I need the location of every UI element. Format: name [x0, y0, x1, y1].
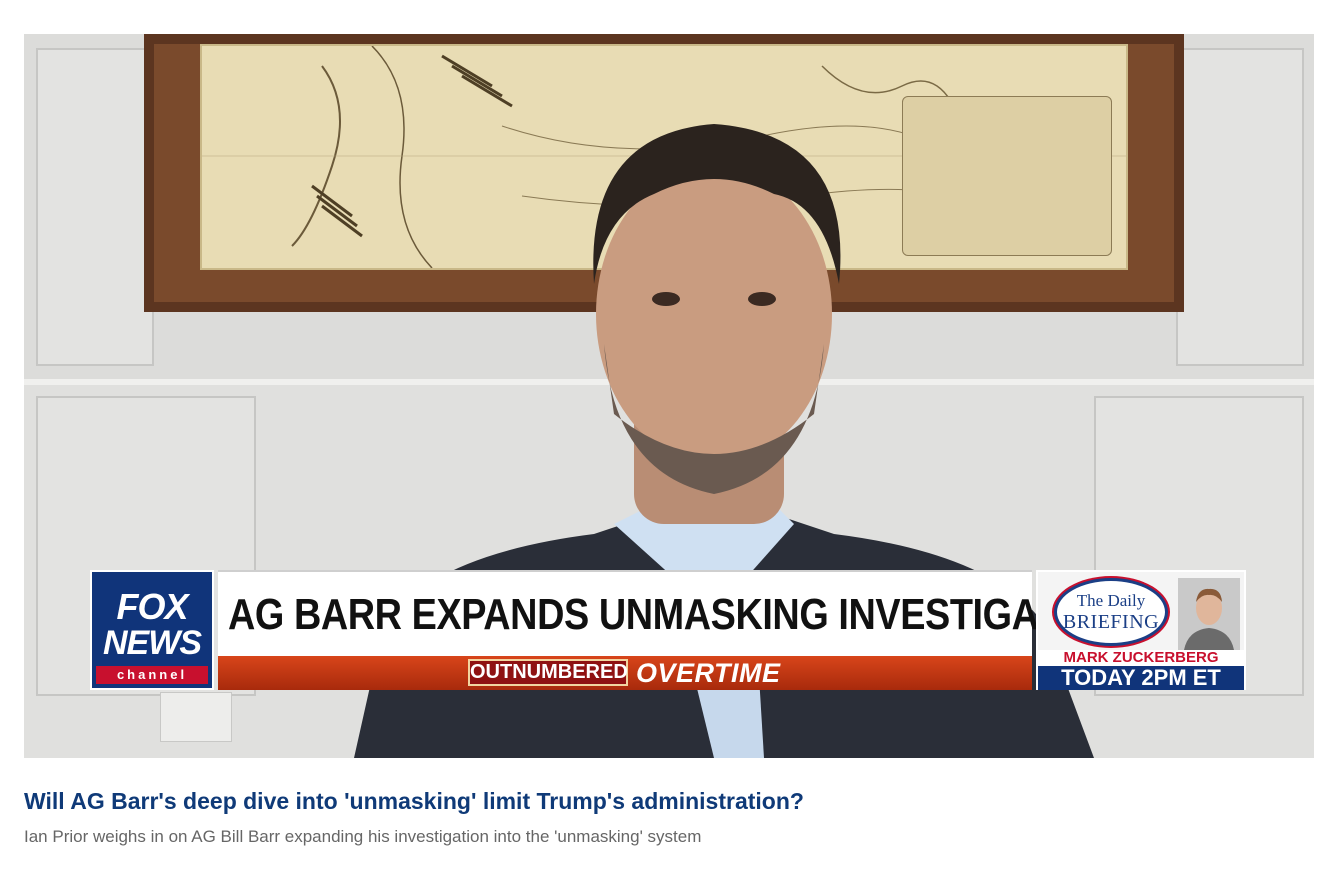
promo-box: The Daily BRIEFING MARK ZUCKERBERG TODAY…: [1036, 570, 1246, 690]
logo-channel-text: channel: [96, 666, 208, 684]
wall-panel: [1176, 48, 1304, 366]
promo-guest: MARK ZUCKERBERG: [1038, 650, 1244, 666]
badge-line1: The Daily: [1076, 591, 1146, 610]
promo-time: TODAY 2PM ET: [1038, 666, 1244, 690]
wall-panel: [36, 48, 154, 366]
badge-line2: BRIEFING: [1062, 611, 1160, 633]
daily-briefing-badge: The Daily BRIEFING: [1054, 578, 1168, 646]
news-chyron: FOX NEWS channel AG BARR EXPANDS UNMASKI…: [90, 570, 1246, 690]
show-name: OUTNUMBERED: [468, 659, 628, 686]
wall-outlet: [160, 692, 232, 742]
show-bar: OUTNUMBERED OVERTIME: [218, 656, 1032, 690]
fox-news-logo: FOX NEWS channel: [90, 570, 214, 690]
show-suffix: OVERTIME: [636, 658, 781, 688]
guest-photo: [1178, 578, 1240, 650]
video-title[interactable]: Will AG Barr's deep dive into 'unmasking…: [24, 786, 804, 816]
chyron-headline: AG BARR EXPANDS UNMASKING INVESTIGATION: [228, 590, 1125, 639]
logo-fox-text: FOX: [116, 586, 188, 627]
logo-news-text: NEWS: [103, 624, 202, 662]
guest-figure: [1178, 578, 1240, 650]
video-description: Ian Prior weighs in on AG Bill Barr expa…: [24, 827, 702, 846]
video-player[interactable]: FOX NEWS channel AG BARR EXPANDS UNMASKI…: [24, 34, 1314, 758]
chyron-headline-box: AG BARR EXPANDS UNMASKING INVESTIGATION: [218, 570, 1125, 656]
